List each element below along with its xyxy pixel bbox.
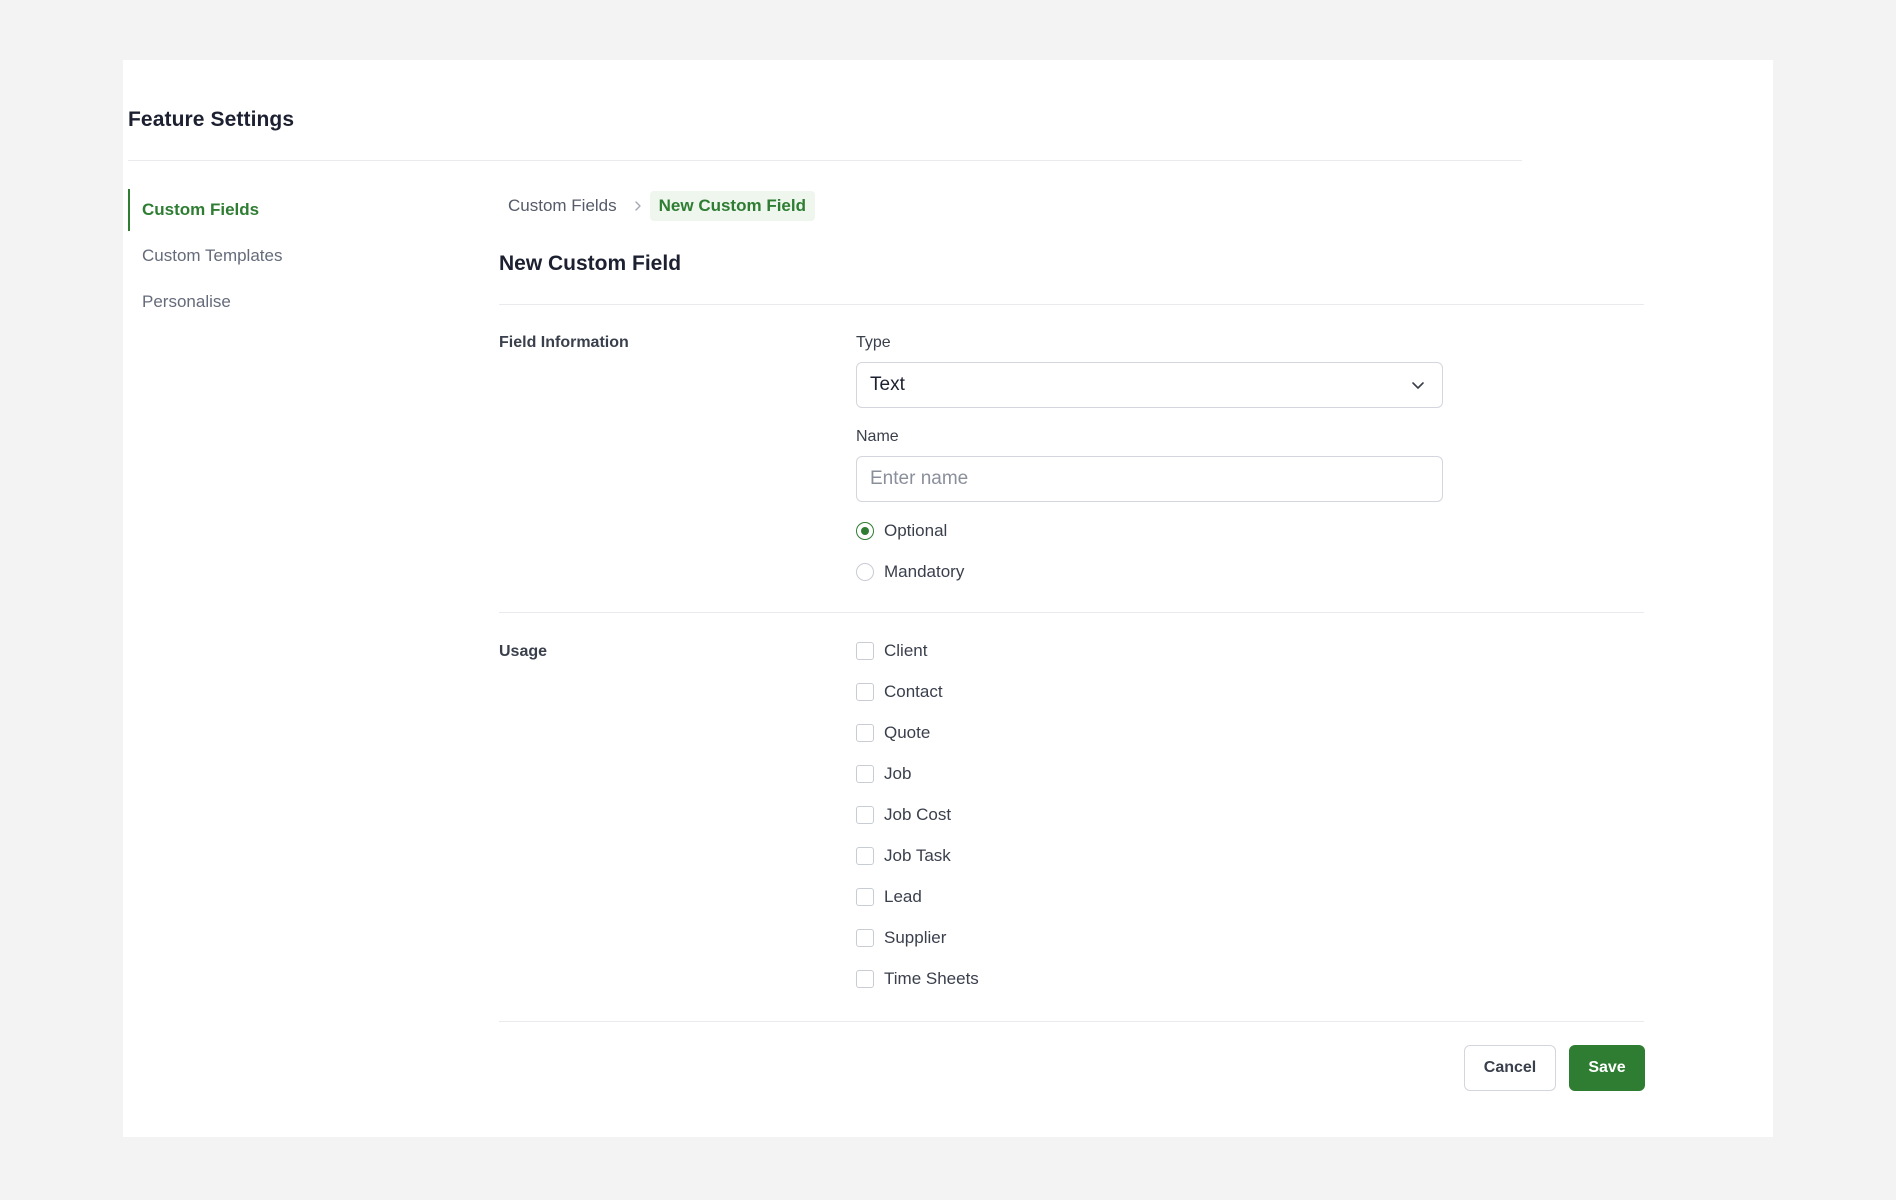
checkbox[interactable] bbox=[856, 765, 874, 783]
radio-button-checked[interactable] bbox=[856, 522, 874, 540]
sidebar-item-custom-fields[interactable]: Custom Fields bbox=[128, 189, 358, 231]
page-title: Feature Settings bbox=[128, 108, 295, 131]
form-title: New Custom Field bbox=[499, 252, 682, 275]
checkbox-label: Job bbox=[884, 764, 912, 783]
name-input[interactable] bbox=[856, 456, 1443, 502]
sidebar-item-label: Custom Fields bbox=[142, 200, 260, 219]
checkbox-label: Contact bbox=[884, 682, 943, 701]
chevron-right-icon bbox=[634, 201, 641, 211]
checkbox-label: Job Task bbox=[884, 846, 951, 865]
breadcrumb-parent-link[interactable]: Custom Fields bbox=[499, 196, 626, 216]
sidebar-item-label: Custom Templates bbox=[142, 246, 283, 265]
section-divider bbox=[499, 612, 1644, 613]
checkbox-job-task[interactable]: Job Task bbox=[856, 846, 951, 866]
radio-button[interactable] bbox=[856, 563, 874, 581]
cancel-button[interactable]: Cancel bbox=[1464, 1045, 1556, 1091]
checkbox-label: Quote bbox=[884, 723, 931, 742]
footer-divider bbox=[499, 1021, 1644, 1022]
radio-label: Mandatory bbox=[884, 562, 965, 581]
checkbox-quote[interactable]: Quote bbox=[856, 723, 930, 743]
checkbox-time-sheets[interactable]: Time Sheets bbox=[856, 969, 979, 989]
radio-optional[interactable]: Optional bbox=[856, 521, 947, 541]
checkbox[interactable] bbox=[856, 683, 874, 701]
name-label: Name bbox=[856, 428, 899, 445]
chevron-down-icon bbox=[1412, 382, 1424, 389]
section-label-field-information: Field Information bbox=[499, 334, 629, 351]
radio-mandatory[interactable]: Mandatory bbox=[856, 562, 964, 582]
type-select-value: Text bbox=[870, 374, 905, 395]
checkbox-job[interactable]: Job bbox=[856, 764, 911, 784]
checkbox-label: Job Cost bbox=[884, 805, 952, 824]
checkbox-label: Time Sheets bbox=[884, 969, 979, 988]
save-button[interactable]: Save bbox=[1569, 1045, 1645, 1091]
type-select[interactable]: Text bbox=[856, 362, 1443, 408]
breadcrumb-current: New Custom Field bbox=[649, 191, 815, 221]
header-divider bbox=[128, 160, 1522, 161]
checkbox[interactable] bbox=[856, 847, 874, 865]
form-title-divider bbox=[499, 304, 1644, 305]
checkbox-contact[interactable]: Contact bbox=[856, 682, 943, 702]
type-label: Type bbox=[856, 334, 891, 351]
sidebar-item-label: Personalise bbox=[142, 292, 231, 311]
checkbox[interactable] bbox=[856, 806, 874, 824]
section-label-usage: Usage bbox=[499, 643, 548, 660]
checkbox[interactable] bbox=[856, 724, 874, 742]
sidebar: Custom Fields Custom Templates Personali… bbox=[128, 189, 358, 327]
checkbox[interactable] bbox=[856, 929, 874, 947]
checkbox-supplier[interactable]: Supplier bbox=[856, 928, 946, 948]
radio-label: Optional bbox=[884, 521, 948, 540]
checkbox[interactable] bbox=[856, 970, 874, 988]
checkbox[interactable] bbox=[856, 642, 874, 660]
checkbox-label: Client bbox=[884, 641, 928, 660]
checkbox-label: Lead bbox=[884, 887, 922, 906]
breadcrumb: Custom Fields New Custom Field bbox=[499, 190, 815, 222]
checkbox-label: Supplier bbox=[884, 928, 947, 947]
sidebar-item-custom-templates[interactable]: Custom Templates bbox=[128, 235, 358, 277]
sidebar-item-personalise[interactable]: Personalise bbox=[128, 281, 358, 323]
checkbox[interactable] bbox=[856, 888, 874, 906]
checkbox-client[interactable]: Client bbox=[856, 641, 927, 661]
checkbox-lead[interactable]: Lead bbox=[856, 887, 922, 907]
checkbox-job-cost[interactable]: Job Cost bbox=[856, 805, 951, 825]
